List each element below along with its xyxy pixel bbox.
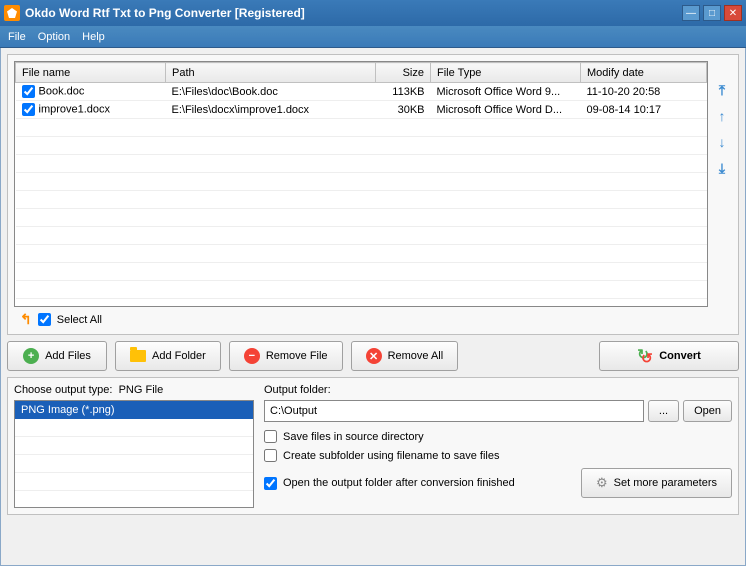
col-filename[interactable]: File name — [16, 63, 166, 83]
up-level-icon[interactable]: ↰ — [20, 311, 32, 328]
convert-icon — [637, 348, 653, 364]
move-down-icon[interactable]: ↓ — [713, 133, 731, 151]
open-after-label: Open the output folder after conversion … — [283, 477, 515, 489]
set-parameters-button[interactable]: ⚙ Set more parameters — [581, 468, 732, 498]
col-path[interactable]: Path — [166, 63, 376, 83]
close-button[interactable]: ✕ — [724, 5, 742, 21]
output-type-list[interactable]: PNG Image (*.png) — [14, 400, 254, 508]
x-icon: ✕ — [366, 348, 382, 364]
output-folder-input[interactable] — [264, 400, 644, 422]
output-type-label: Choose output type: — [14, 384, 112, 396]
add-folder-button[interactable]: Add Folder — [115, 341, 221, 371]
minus-icon: − — [244, 348, 260, 364]
output-type-option[interactable]: PNG Image (*.png) — [15, 401, 253, 419]
cell-modify: 11-10-20 20:58 — [581, 83, 707, 101]
maximize-button[interactable]: □ — [703, 5, 721, 21]
browse-button[interactable]: ... — [648, 400, 679, 422]
cell-size: 113KB — [376, 83, 431, 101]
table-row — [16, 155, 707, 173]
cell-modify: 09-08-14 10:17 — [581, 101, 707, 119]
remove-all-button[interactable]: ✕ Remove All — [351, 341, 459, 371]
cell-name: improve1.docx — [39, 103, 111, 115]
table-row — [16, 263, 707, 281]
reorder-arrows: ⤒ ↑ ↓ ⤓ — [712, 61, 732, 307]
table-row — [16, 209, 707, 227]
window-title: Okdo Word Rtf Txt to Png Converter [Regi… — [25, 6, 682, 20]
titlebar: Okdo Word Rtf Txt to Png Converter [Regi… — [0, 0, 746, 26]
table-row — [16, 281, 707, 299]
plus-icon: + — [23, 348, 39, 364]
table-header: File name Path Size File Type Modify dat… — [16, 63, 707, 83]
output-folder-label: Output folder: — [264, 384, 732, 396]
open-folder-button[interactable]: Open — [683, 400, 732, 422]
menubar: File Option Help — [0, 26, 746, 48]
table-row — [16, 227, 707, 245]
gear-icon: ⚙ — [596, 475, 608, 491]
minimize-button[interactable]: — — [682, 5, 700, 21]
col-filetype[interactable]: File Type — [431, 63, 581, 83]
table-row[interactable]: improve1.docx E:\Files\docx\improve1.doc… — [16, 101, 707, 119]
row-checkbox[interactable] — [22, 103, 35, 116]
save-source-label: Save files in source directory — [283, 431, 424, 443]
folder-icon — [130, 350, 146, 362]
menu-help[interactable]: Help — [82, 31, 105, 43]
output-type-current: PNG File — [119, 384, 164, 396]
app-logo-icon — [4, 5, 20, 21]
open-after-checkbox[interactable] — [264, 477, 277, 490]
move-up-icon[interactable]: ↑ — [713, 107, 731, 125]
table-row[interactable]: Book.doc E:\Files\doc\Book.doc 113KB Mic… — [16, 83, 707, 101]
menu-option[interactable]: Option — [38, 31, 70, 43]
create-subfolder-label: Create subfolder using filename to save … — [283, 450, 499, 462]
cell-path: E:\Files\doc\Book.doc — [166, 83, 376, 101]
table-row — [16, 191, 707, 209]
select-all-checkbox[interactable] — [38, 313, 51, 326]
table-row — [16, 137, 707, 155]
col-size[interactable]: Size — [376, 63, 431, 83]
cell-size: 30KB — [376, 101, 431, 119]
table-row — [16, 119, 707, 137]
add-files-button[interactable]: + Add Files — [7, 341, 107, 371]
table-row — [16, 245, 707, 263]
cell-path: E:\Files\docx\improve1.docx — [166, 101, 376, 119]
select-all-label: Select All — [57, 314, 102, 326]
cell-name: Book.doc — [39, 85, 85, 97]
file-list[interactable]: File name Path Size File Type Modify dat… — [14, 61, 708, 307]
move-bottom-icon[interactable]: ⤓ — [713, 159, 731, 177]
menu-file[interactable]: File — [8, 31, 26, 43]
move-top-icon[interactable]: ⤒ — [713, 81, 731, 99]
create-subfolder-checkbox[interactable] — [264, 449, 277, 462]
convert-button[interactable]: Convert — [599, 341, 739, 371]
row-checkbox[interactable] — [22, 85, 35, 98]
save-source-checkbox[interactable] — [264, 430, 277, 443]
col-modify[interactable]: Modify date — [581, 63, 707, 83]
remove-file-button[interactable]: − Remove File — [229, 341, 343, 371]
table-row — [16, 173, 707, 191]
cell-type: Microsoft Office Word D... — [431, 101, 581, 119]
cell-type: Microsoft Office Word 9... — [431, 83, 581, 101]
